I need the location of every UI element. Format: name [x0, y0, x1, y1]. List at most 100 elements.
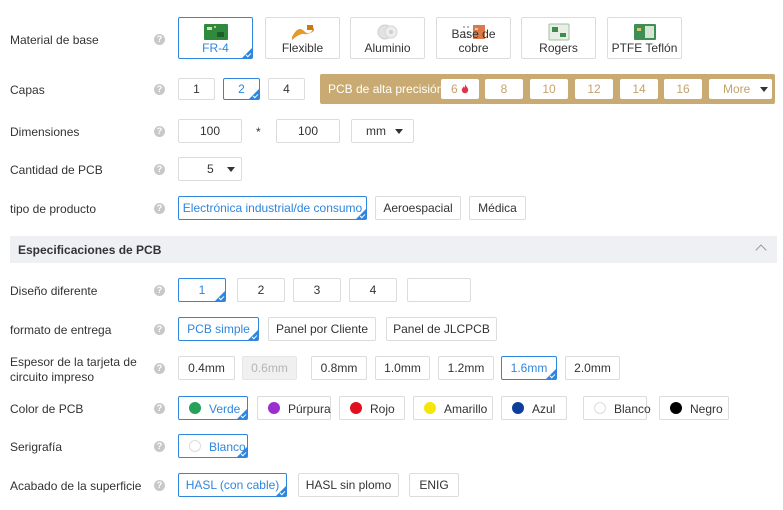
material-label: Rogers	[539, 41, 578, 55]
width-input[interactable]: 100	[178, 119, 242, 143]
label-dimensions: Dimensiones	[10, 125, 80, 139]
unit-value: mm	[366, 124, 386, 138]
height-input[interactable]: 100	[276, 119, 340, 143]
label-product-type: tipo de producto	[10, 202, 97, 216]
color-label: Azul	[532, 402, 556, 416]
layers-option-10[interactable]: 10	[530, 79, 568, 99]
layers-option-6[interactable]: 6	[441, 79, 479, 99]
label-base-material: Material de base	[10, 33, 99, 47]
color-swatch	[350, 402, 362, 414]
thickness-0-8[interactable]: 0.8mm	[311, 356, 367, 380]
layers-option-1[interactable]: 1	[178, 78, 215, 100]
color-label: Rojo	[370, 402, 395, 416]
layers-option-14[interactable]: 14	[620, 79, 658, 99]
delivery-panel-jlcpcb[interactable]: Panel de JLCPCB	[386, 317, 497, 341]
thickness-0-4[interactable]: 0.4mm	[178, 356, 235, 380]
ptfe-board-icon	[633, 24, 656, 40]
pcb-color-option[interactable]: Negro	[659, 396, 729, 420]
material-option-rogers[interactable]: Rogers	[521, 17, 596, 59]
label-delivery-format: formato de entrega	[10, 323, 112, 337]
fr4-board-icon	[203, 24, 228, 40]
flexible-board-icon	[291, 25, 314, 40]
finish-enig[interactable]: ENIG	[409, 473, 459, 497]
chevron-up-icon[interactable]	[755, 244, 767, 256]
pcb-color-option[interactable]: Púrpura	[257, 396, 331, 420]
color-label: Púrpura	[288, 402, 331, 416]
high-precision-group: PCB de alta precisión 6 8 10 12 14 16 Mo…	[320, 74, 775, 104]
design-custom-input[interactable]	[407, 278, 471, 302]
layers-option-4[interactable]: 4	[268, 78, 305, 100]
finish-hasl-lead[interactable]: HASL (con cable)	[178, 473, 287, 497]
layers-option-12[interactable]: 12	[575, 79, 613, 99]
pcb-color-option[interactable]: Amarillo	[413, 396, 493, 420]
color-swatch	[512, 402, 524, 414]
product-type-aerospace[interactable]: Aeroespacial	[375, 196, 461, 220]
help-icon[interactable]: ?	[154, 363, 165, 374]
material-label: PTFE Teflón	[611, 41, 678, 55]
color-label: Negro	[690, 402, 723, 416]
thickness-1-0[interactable]: 1.0mm	[375, 356, 430, 380]
delivery-single-pcb[interactable]: PCB simple	[178, 317, 259, 341]
pcb-color-option[interactable]: Azul	[501, 396, 567, 420]
color-swatch	[189, 440, 201, 452]
material-option-copper-base[interactable]: Base de cobre	[436, 17, 511, 59]
label-layers: Capas	[10, 83, 45, 97]
help-icon[interactable]: ?	[154, 480, 165, 491]
pcb-color-option[interactable]: Blanco	[583, 396, 651, 420]
color-swatch	[670, 402, 682, 414]
thickness-2-0[interactable]: 2.0mm	[565, 356, 620, 380]
material-label: Flexible	[281, 41, 324, 55]
layers-option-2[interactable]: 2	[223, 78, 260, 100]
help-icon[interactable]: ?	[154, 164, 165, 175]
more-label: More	[723, 82, 751, 96]
help-icon[interactable]: ?	[154, 441, 165, 452]
color-swatch	[268, 402, 280, 414]
label-silkscreen: Serigrafía	[10, 440, 63, 454]
color-label: Verde	[209, 402, 241, 416]
aluminum-board-icon	[377, 24, 397, 40]
design-option-3[interactable]: 3	[293, 278, 341, 302]
unit-select[interactable]: mm	[351, 119, 414, 143]
product-type-industrial[interactable]: Electrónica industrial/de consumo	[178, 196, 367, 220]
label-quantity: Cantidad de PCB	[10, 163, 103, 177]
label-thickness-line2: circuito impreso	[10, 370, 95, 384]
silkscreen-label: Blanco	[209, 440, 246, 454]
finish-hasl-lead-free[interactable]: HASL sin plomo	[298, 473, 399, 497]
silkscreen-white[interactable]: Blanco	[178, 434, 248, 458]
layers-option-8[interactable]: 8	[485, 79, 523, 99]
help-icon[interactable]: ?	[154, 34, 165, 45]
material-option-flexible[interactable]: Flexible	[265, 17, 340, 59]
material-label: FR-4	[202, 41, 229, 55]
material-label: Base de cobre	[451, 27, 496, 55]
layers-option-16[interactable]: 16	[664, 79, 702, 99]
help-icon[interactable]: ?	[154, 84, 165, 95]
help-icon[interactable]: ?	[154, 285, 165, 296]
help-icon[interactable]: ?	[154, 324, 165, 335]
thickness-1-2[interactable]: 1.2mm	[438, 356, 494, 380]
material-option-fr4[interactable]: FR-4	[178, 17, 253, 59]
help-icon[interactable]: ?	[154, 203, 165, 214]
material-option-aluminum[interactable]: Aluminio	[350, 17, 425, 59]
pcb-color-option[interactable]: Verde	[178, 396, 248, 420]
help-icon[interactable]: ?	[154, 126, 165, 137]
layers-more-dropdown[interactable]: More	[709, 79, 772, 99]
delivery-panel-customer[interactable]: Panel por Cliente	[268, 317, 376, 341]
material-option-ptfe[interactable]: PTFE Teflón	[607, 17, 682, 59]
design-option-4[interactable]: 4	[349, 278, 397, 302]
pcb-color-option[interactable]: Rojo	[339, 396, 405, 420]
chevron-down-icon	[227, 167, 235, 172]
help-icon[interactable]: ?	[154, 403, 165, 414]
color-label: Amarillo	[444, 402, 488, 416]
pcb-specs-section-header[interactable]: Especificaciones de PCB	[10, 236, 777, 263]
dimension-separator: *	[256, 125, 261, 139]
design-option-1[interactable]: 1	[178, 278, 226, 302]
design-option-2[interactable]: 2	[237, 278, 285, 302]
color-swatch	[189, 402, 201, 414]
thickness-0-6: 0.6mm	[242, 356, 297, 380]
product-type-medical[interactable]: Médica	[469, 196, 526, 220]
label-different-design: Diseño diferente	[10, 284, 98, 298]
thickness-1-6[interactable]: 1.6mm	[501, 356, 557, 380]
quantity-select[interactable]: 5	[178, 157, 242, 181]
color-swatch	[424, 402, 436, 414]
material-label: Aluminio	[364, 41, 411, 55]
